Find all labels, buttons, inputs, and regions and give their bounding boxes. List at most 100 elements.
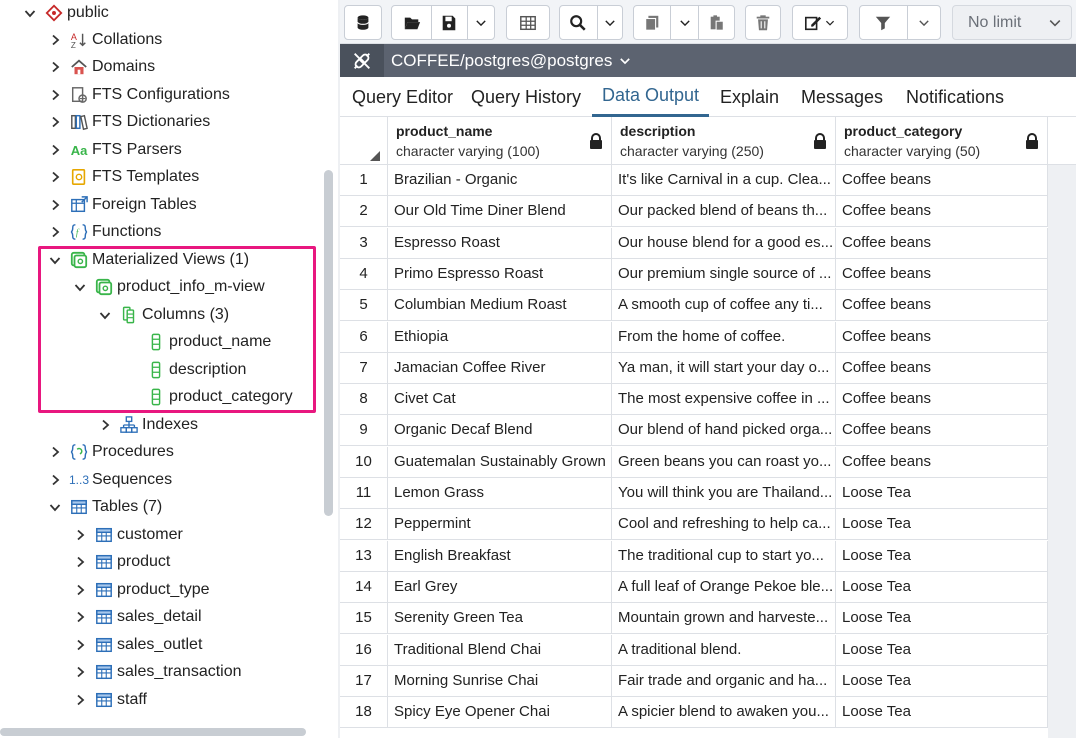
tree-node-sales-transaction[interactable]: sales_transaction	[72, 659, 242, 685]
expand-toggle[interactable]	[47, 87, 63, 103]
row-number[interactable]: 16	[340, 634, 388, 666]
tree-node-fts-dictionaries[interactable]: FTS Dictionaries	[47, 109, 210, 135]
database-connect-button[interactable]	[344, 5, 382, 40]
collapse-toggle[interactable]	[47, 499, 63, 515]
column-header-product-category[interactable]: product_category character varying (50)	[836, 117, 1048, 165]
table-row[interactable]: 14 Earl Grey A full leaf of Orange Pekoe b…	[340, 571, 1048, 603]
table-row[interactable]: 7 Jamacian Coffee River Ya man, it will st…	[340, 352, 1048, 384]
row-number[interactable]: 2	[340, 196, 388, 228]
collapse-toggle[interactable]	[22, 5, 38, 21]
table-row[interactable]: 4 Primo Espresso Roast Our premium single …	[340, 258, 1048, 290]
cell-description[interactable]: Cool and refreshing to help ca...	[612, 509, 836, 541]
row-number[interactable]: 8	[340, 384, 388, 416]
row-number[interactable]: 12	[340, 509, 388, 541]
tree-vertical-scrollbar[interactable]	[324, 170, 333, 516]
cell-product-category[interactable]: Loose Tea	[836, 634, 1048, 666]
cell-product-category[interactable]: Loose Tea	[836, 478, 1048, 509]
tree-node-product-type[interactable]: product_type	[72, 577, 210, 603]
row-number[interactable]: 10	[340, 446, 388, 478]
row-number[interactable]: 4	[340, 258, 388, 290]
chevron-down-icon[interactable]	[618, 54, 632, 68]
cell-product-category[interactable]: Coffee beans	[836, 415, 1048, 447]
tab-query-editor[interactable]: Query Editor	[352, 77, 453, 117]
table-row[interactable]: 16 Traditional Blend Chai A traditional bl…	[340, 634, 1048, 666]
cell-description[interactable]: A full leaf of Orange Pekoe ble...	[612, 571, 836, 603]
expand-toggle[interactable]	[72, 609, 88, 625]
cell-product-category[interactable]: Coffee beans	[836, 227, 1048, 259]
connection-label[interactable]: COFFEE/postgres@postgres	[391, 51, 612, 71]
save-options-dropdown[interactable]	[466, 6, 494, 39]
expand-toggle[interactable]	[72, 527, 88, 543]
expand-toggle[interactable]	[47, 224, 63, 240]
tab-explain[interactable]: Explain	[720, 77, 779, 117]
cell-description[interactable]: Our blend of hand picked orga...	[612, 415, 836, 447]
tree-horizontal-scrollbar[interactable]	[0, 728, 306, 736]
cell-product-category[interactable]: Coffee beans	[836, 384, 1048, 416]
row-number[interactable]: 18	[340, 697, 388, 729]
tree-node-tables-7[interactable]: Tables (7)	[47, 494, 162, 520]
cell-description[interactable]: The traditional cup to start yo...	[612, 540, 836, 572]
row-number[interactable]: 6	[340, 321, 388, 353]
cell-description[interactable]: A traditional blend.	[612, 634, 836, 666]
tree-node-fts-templates[interactable]: FTS Templates	[47, 164, 199, 190]
table-row[interactable]: 2 Our Old Time Diner Blend Our packed blen…	[340, 196, 1048, 228]
table-row[interactable]: 18 Spicy Eye Opener Chai A spicier blend t…	[340, 697, 1048, 729]
table-row[interactable]: 13 English Breakfast The traditional cup t…	[340, 540, 1048, 572]
expand-toggle[interactable]	[72, 664, 88, 680]
tab-notifications[interactable]: Notifications	[906, 77, 1004, 117]
copy-button[interactable]	[634, 6, 670, 39]
cell-description[interactable]: The most expensive coffee in ...	[612, 384, 836, 416]
expand-toggle[interactable]	[47, 142, 63, 158]
table-row[interactable]: 17 Morning Sunrise Chai Fair trade and org…	[340, 665, 1048, 697]
row-number[interactable]: 13	[340, 540, 388, 572]
expand-toggle[interactable]	[47, 59, 63, 75]
row-number[interactable]: 9	[340, 415, 388, 447]
expand-toggle[interactable]	[47, 169, 63, 185]
table-row[interactable]: 5 Columbian Medium Roast A smooth cup of c…	[340, 290, 1048, 322]
table-row[interactable]: 9 Organic Decaf Blend Our blend of hand pi…	[340, 415, 1048, 447]
table-row[interactable]: 1 Brazilian - Organic It's like Carnival i…	[340, 165, 1048, 196]
cell-product-category[interactable]: Coffee beans	[836, 165, 1048, 196]
tree-node-functions[interactable]: f Functions	[47, 219, 161, 245]
cell-description[interactable]: It's like Carnival in a cup. Clea...	[612, 165, 836, 196]
cell-product-name[interactable]: Earl Grey	[388, 571, 612, 603]
expand-toggle[interactable]	[47, 197, 63, 213]
cell-product-name[interactable]: Columbian Medium Roast	[388, 290, 612, 322]
cell-description[interactable]: You will think you are Thailand...	[612, 478, 836, 509]
row-number[interactable]: 11	[340, 478, 388, 509]
cell-product-category[interactable]: Loose Tea	[836, 603, 1048, 635]
cell-description[interactable]: Our house blend for a good es...	[612, 227, 836, 259]
expand-toggle[interactable]	[97, 417, 113, 433]
tree-node-public[interactable]: public	[22, 0, 109, 26]
column-header-description[interactable]: description character varying (250)	[612, 117, 836, 165]
cell-product-category[interactable]: Loose Tea	[836, 540, 1048, 572]
cell-description[interactable]: Ya man, it will start your day o...	[612, 352, 836, 384]
edit-data-button[interactable]	[506, 5, 550, 40]
expand-toggle[interactable]	[72, 637, 88, 653]
cell-product-name[interactable]: Espresso Roast	[388, 227, 612, 259]
expand-toggle[interactable]	[47, 114, 63, 130]
cell-description[interactable]: Our packed blend of beans th...	[612, 196, 836, 228]
cell-product-name[interactable]: Organic Decaf Blend	[388, 415, 612, 447]
tab-messages[interactable]: Messages	[801, 77, 883, 117]
tree-node-procedures[interactable]: Procedures	[47, 439, 174, 465]
expand-toggle[interactable]	[72, 582, 88, 598]
cell-product-category[interactable]: Loose Tea	[836, 665, 1048, 697]
cell-description[interactable]: A spicier blend to awaken you...	[612, 697, 836, 729]
table-row[interactable]: 8 Civet Cat The most expensive coffee in .…	[340, 384, 1048, 416]
cell-product-name[interactable]: Spicy Eye Opener Chai	[388, 697, 612, 729]
tree-node-sequences[interactable]: 1..3 Sequences	[47, 467, 172, 493]
cell-product-name[interactable]: Traditional Blend Chai	[388, 634, 612, 666]
cell-product-category[interactable]: Coffee beans	[836, 446, 1048, 478]
expand-toggle[interactable]	[72, 692, 88, 708]
row-number[interactable]: 17	[340, 665, 388, 697]
cell-description[interactable]: Green beans you can roast yo...	[612, 446, 836, 478]
cell-description[interactable]: From the home of coffee.	[612, 321, 836, 353]
cell-product-category[interactable]: Coffee beans	[836, 290, 1048, 322]
cell-product-category[interactable]: Coffee beans	[836, 321, 1048, 353]
cell-product-name[interactable]: Serenity Green Tea	[388, 603, 612, 635]
paste-button[interactable]	[698, 6, 734, 39]
cell-product-category[interactable]: Coffee beans	[836, 258, 1048, 290]
expand-toggle[interactable]	[47, 32, 63, 48]
tree-node-indexes[interactable]: Indexes	[97, 412, 198, 438]
